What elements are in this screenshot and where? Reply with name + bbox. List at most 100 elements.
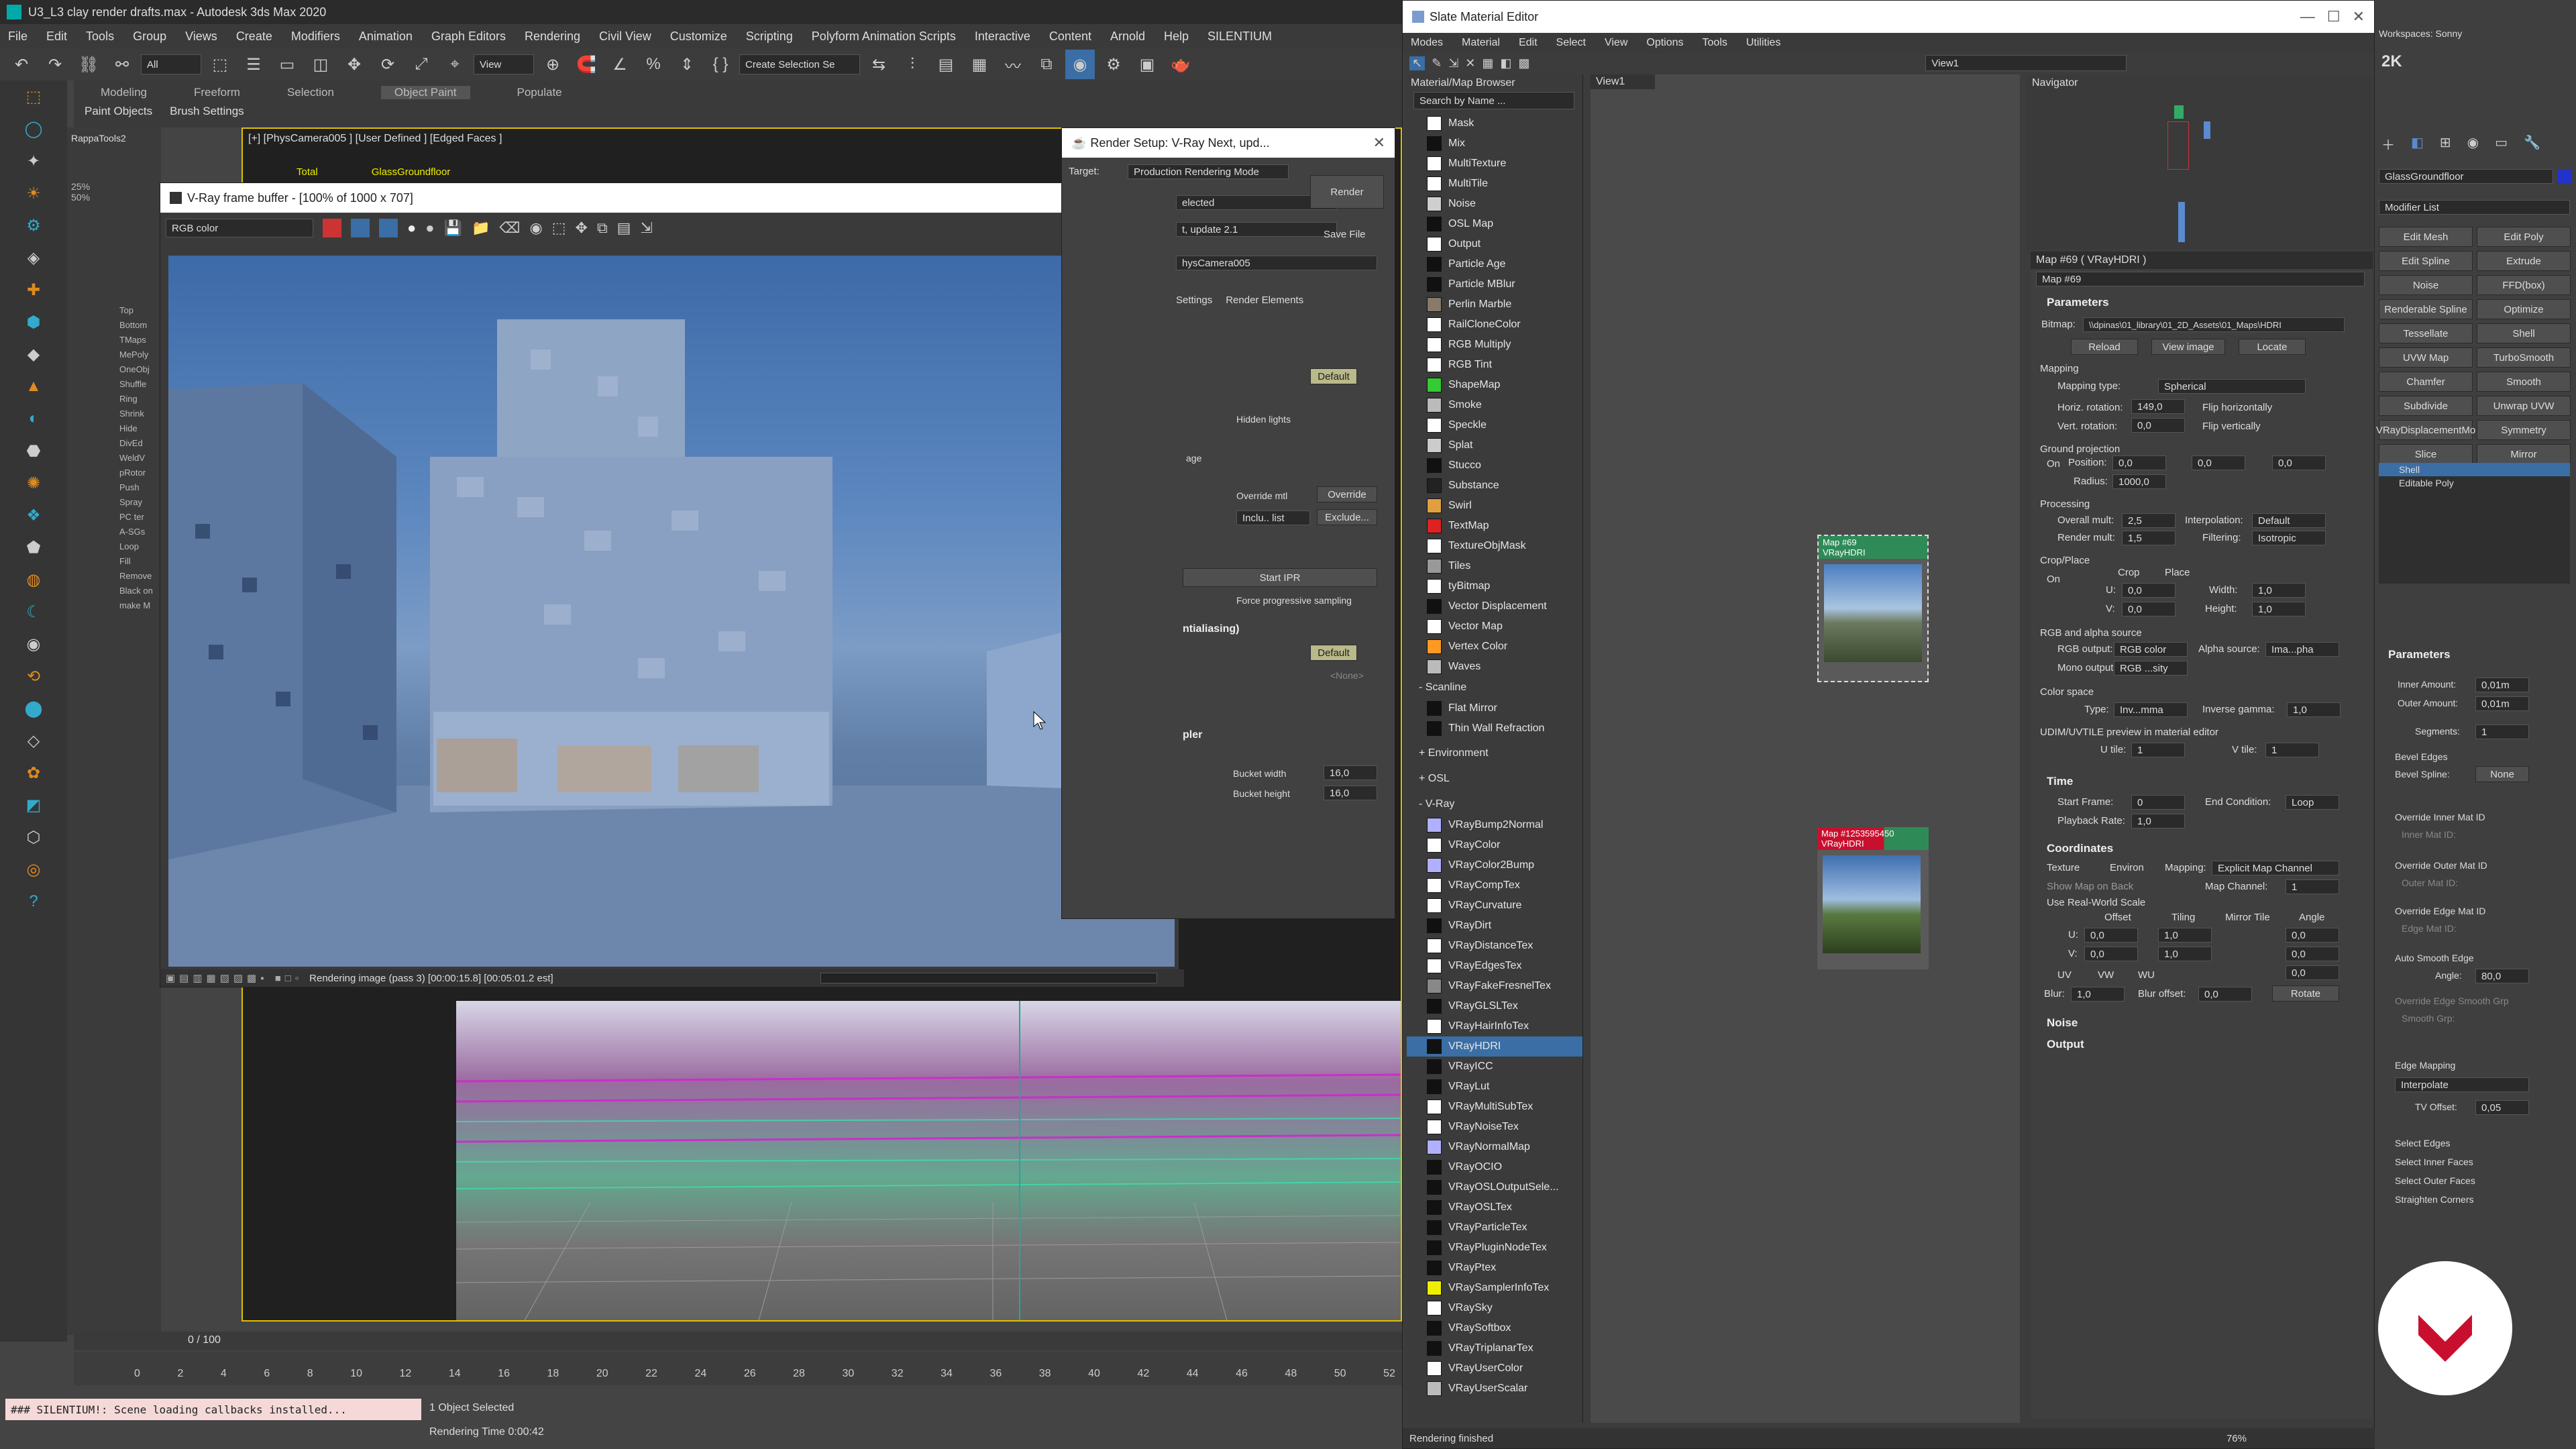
texture-radio[interactable]: Texture bbox=[2047, 862, 2080, 873]
link-icon[interactable]: ⛓ bbox=[74, 50, 103, 79]
position-x[interactable]: 0,0 bbox=[2112, 455, 2166, 470]
command-icon[interactable]: ⬤ bbox=[0, 692, 67, 724]
sme-minimize-icon[interactable]: — bbox=[2300, 8, 2315, 25]
object-color-swatch[interactable] bbox=[2557, 169, 2572, 184]
ribbon-tab[interactable]: Freeform bbox=[194, 86, 240, 99]
menu-item[interactable]: Content bbox=[1049, 30, 1091, 44]
override-edge-checkbox[interactable]: Override Edge Mat ID bbox=[2395, 906, 2485, 916]
modifier-button[interactable]: Subdivide bbox=[2379, 396, 2473, 416]
modifier-button[interactable]: Tessellate bbox=[2379, 323, 2473, 343]
alpha-source-dropdown[interactable]: Ima...pha bbox=[2265, 642, 2339, 657]
map-item[interactable]: VRayGLSLTex bbox=[1407, 996, 1582, 1016]
modifier-button[interactable]: VRayDisplacementMo bbox=[2376, 420, 2475, 440]
vfb-clear-icon[interactable]: ⌫ bbox=[499, 219, 520, 237]
map-item[interactable]: VRayCompTex bbox=[1407, 875, 1582, 896]
map-item[interactable]: Mask bbox=[1407, 113, 1582, 133]
locate-button[interactable]: Locate bbox=[2239, 339, 2306, 355]
vfb-lens-icon[interactable]: ⧉ bbox=[597, 219, 608, 237]
menu-item[interactable]: Help bbox=[1164, 30, 1189, 44]
flip-vertically-checkbox[interactable]: Flip vertically bbox=[2202, 421, 2261, 432]
vfb-compare-icon[interactable]: ⇲ bbox=[640, 219, 652, 237]
map-item[interactable]: VRayMultiSubTex bbox=[1407, 1097, 1582, 1117]
bevel-spline-button[interactable]: None bbox=[2475, 766, 2529, 782]
modifier-button[interactable]: Noise bbox=[2379, 275, 2473, 295]
map-item[interactable]: Substance bbox=[1407, 476, 1582, 496]
v-angle[interactable]: 0,0 bbox=[2286, 947, 2339, 961]
mono-output-dropdown[interactable]: RGB ...sity bbox=[2114, 661, 2188, 676]
map-item[interactable]: Flat Mirror bbox=[1407, 698, 1582, 718]
vfb-blue-icon[interactable] bbox=[379, 219, 398, 237]
command-icon[interactable]: ◯ bbox=[0, 113, 67, 145]
u-tile-spinner[interactable]: 1 bbox=[2131, 743, 2185, 757]
w-angle[interactable]: 0,0 bbox=[2286, 965, 2339, 980]
view-to-render-dropdown[interactable]: hysCamera005 bbox=[1176, 256, 1377, 270]
map-item[interactable]: VRaySoftbox bbox=[1407, 1318, 1582, 1338]
stack-item-shell[interactable]: Shell bbox=[2379, 463, 2570, 476]
command-icon[interactable]: ⟲ bbox=[0, 660, 67, 692]
menu-item[interactable]: Scripting bbox=[746, 30, 793, 44]
map-item[interactable]: VRayOSLOutputSele... bbox=[1407, 1177, 1582, 1197]
menu-item[interactable]: Tools bbox=[86, 30, 114, 44]
place-radio[interactable]: Place bbox=[2165, 567, 2190, 578]
sme-select-icon[interactable]: ↖ bbox=[1409, 56, 1426, 70]
force-progressive-checkbox[interactable]: Force progressive sampling bbox=[1236, 595, 1352, 606]
map-item[interactable]: OSL Map bbox=[1407, 214, 1582, 234]
sme-delete-icon[interactable]: ✕ bbox=[1465, 56, 1475, 70]
map-item[interactable]: VRayTriplanarTex bbox=[1407, 1338, 1582, 1358]
modifier-button[interactable]: Shell bbox=[2477, 323, 2571, 343]
menu-item[interactable]: Polyform Animation Scripts bbox=[812, 30, 956, 44]
object-name-field[interactable]: GlassGroundfloor bbox=[2379, 169, 2553, 184]
modifier-button[interactable]: Optimize bbox=[2477, 299, 2571, 319]
blur-spinner[interactable]: 1,0 bbox=[2071, 987, 2125, 1002]
menu-item[interactable]: Interactive bbox=[975, 30, 1030, 44]
rappa-tool[interactable]: Black on bbox=[119, 584, 161, 598]
mirror-icon[interactable]: ⇆ bbox=[864, 50, 894, 79]
angle-spinner[interactable]: 80,0 bbox=[2475, 969, 2529, 983]
scale-icon[interactable]: ⤢ bbox=[407, 50, 436, 79]
menu-item[interactable]: Animation bbox=[359, 30, 413, 44]
rappa-tool[interactable]: Hide bbox=[119, 421, 161, 436]
bucket-height-spinner[interactable]: 16,0 bbox=[1324, 786, 1377, 800]
display-tab-icon[interactable]: ▭ bbox=[2495, 134, 2508, 154]
menu-item[interactable]: Civil View bbox=[599, 30, 651, 44]
map-item[interactable]: TextureObjMask bbox=[1407, 536, 1582, 556]
select-outer-faces-checkbox[interactable]: Select Outer Faces bbox=[2395, 1175, 2475, 1186]
map-item[interactable]: Stucco bbox=[1407, 455, 1582, 476]
modifier-button[interactable]: Renderable Spline bbox=[2379, 299, 2473, 319]
sme-close-icon[interactable]: ✕ bbox=[2353, 8, 2365, 25]
command-icon[interactable]: ◩ bbox=[0, 789, 67, 821]
sme-menu-item[interactable]: Utilities bbox=[1746, 37, 1781, 49]
menu-item[interactable]: Create bbox=[236, 30, 272, 44]
bevel-edges-checkbox[interactable]: Bevel Edges bbox=[2395, 751, 2448, 762]
map-item[interactable]: VRayOSLTex bbox=[1407, 1197, 1582, 1218]
ribbon-brush-settings[interactable]: Brush Settings bbox=[170, 105, 244, 118]
command-icon[interactable]: ⬢ bbox=[0, 306, 67, 338]
rappa-tool[interactable]: DivEd bbox=[119, 436, 161, 451]
map-item[interactable]: Speckle bbox=[1407, 415, 1582, 435]
select-by-name-icon[interactable]: ☰ bbox=[239, 50, 268, 79]
auto-smooth-checkbox[interactable]: Auto Smooth Edge bbox=[2395, 953, 2474, 963]
filtering-dropdown[interactable]: Isotropic bbox=[2252, 531, 2326, 545]
map-item[interactable]: VRayNoiseTex bbox=[1407, 1117, 1582, 1137]
command-icon[interactable]: ▲ bbox=[0, 370, 67, 402]
command-icon[interactable]: ? bbox=[0, 885, 67, 918]
start-frame-spinner[interactable]: 0 bbox=[2131, 795, 2185, 810]
map-item[interactable]: VRayLut bbox=[1407, 1077, 1582, 1097]
default-preset-2[interactable]: Default bbox=[1310, 645, 1357, 661]
uv-radio[interactable]: UV bbox=[2057, 969, 2072, 981]
render-mult-spinner[interactable]: 1,5 bbox=[2122, 531, 2176, 545]
tab-settings[interactable]: Settings bbox=[1176, 294, 1212, 306]
vert-rotation-spinner[interactable]: 0,0 bbox=[2131, 418, 2185, 433]
map-item[interactable]: VRayNormalMap bbox=[1407, 1137, 1582, 1157]
menu-item[interactable]: Views bbox=[185, 30, 217, 44]
render-frame-icon[interactable]: ▣ bbox=[1132, 50, 1162, 79]
sme-maximize-icon[interactable]: ☐ bbox=[2327, 8, 2341, 25]
modifier-button[interactable]: Edit Spline bbox=[2379, 251, 2473, 271]
vfb-channel-dropdown[interactable]: RGB color bbox=[166, 219, 313, 237]
hierarchy-tab-icon[interactable]: ⊞ bbox=[2440, 134, 2451, 154]
sme-view-dropdown[interactable]: View1 bbox=[1925, 55, 2127, 71]
segments-spinner[interactable]: 1 bbox=[2475, 724, 2529, 739]
sme-menu-item[interactable]: Options bbox=[1646, 37, 1683, 49]
menu-item[interactable]: Customize bbox=[670, 30, 727, 44]
inner-amount-spinner[interactable]: 0,01m bbox=[2475, 678, 2529, 692]
